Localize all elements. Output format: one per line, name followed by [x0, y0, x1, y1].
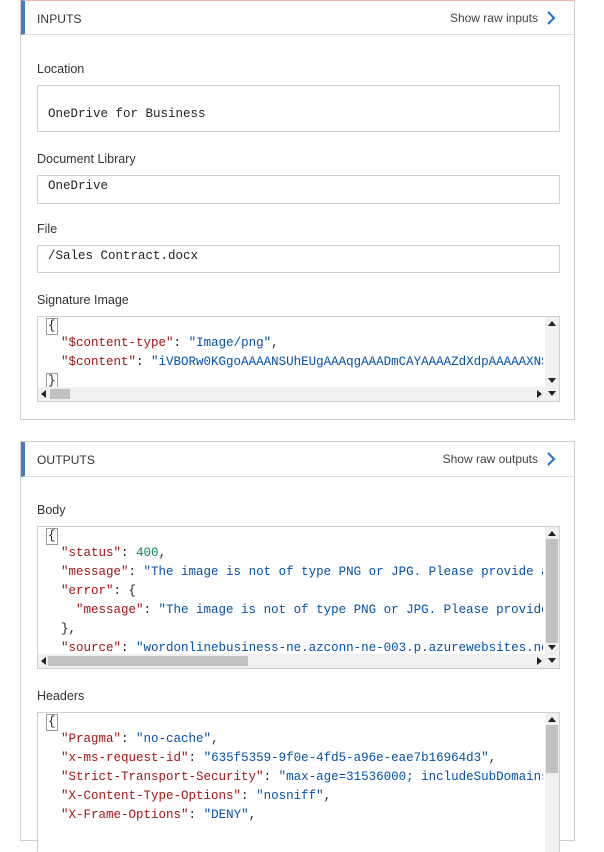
vertical-scrollbar[interactable]: [545, 713, 559, 852]
headers-editor[interactable]: { "Pragma": "no-cache", "x-ms-request-id…: [37, 712, 560, 852]
show-raw-inputs-link[interactable]: Show raw inputs: [450, 11, 556, 25]
outputs-card: OUTPUTS Show raw outputs Body { "status"…: [20, 441, 575, 852]
body-label: Body: [37, 503, 66, 517]
location-field[interactable]: OneDrive for Business: [37, 85, 560, 132]
show-raw-outputs-label: Show raw outputs: [442, 452, 538, 466]
document-library-field[interactable]: OneDrive: [37, 175, 560, 204]
vertical-scrollbar[interactable]: [545, 317, 559, 387]
location-value: OneDrive for Business: [48, 107, 206, 121]
chevron-right-icon: [547, 11, 556, 25]
signature-image-label: Signature Image: [37, 293, 129, 307]
file-value: /Sales Contract.docx: [48, 249, 199, 263]
scroll-right-arrow-icon[interactable]: [537, 390, 542, 398]
open-brace: {: [46, 528, 58, 545]
file-field[interactable]: /Sales Contract.docx: [37, 245, 560, 273]
scroll-left-arrow-icon[interactable]: [41, 390, 46, 398]
document-library-value: OneDrive: [48, 179, 109, 193]
code-line: "message": "The image is not of type PNG…: [76, 603, 543, 617]
close-brace: }: [46, 373, 58, 387]
scroll-right-arrow-icon[interactable]: [537, 657, 542, 665]
code-line: "error": {: [61, 584, 137, 598]
code-line: "X-Frame-Options": "DENY",: [61, 808, 257, 822]
inputs-title: INPUTS: [37, 12, 82, 26]
horizontal-scroll-thumb[interactable]: [50, 389, 70, 399]
location-label: Location: [37, 62, 85, 76]
scroll-down-arrow-icon[interactable]: [548, 378, 556, 383]
code-line: "$content-type": "Image/png",: [61, 336, 279, 350]
open-brace: {: [46, 714, 58, 731]
vertical-scroll-thumb[interactable]: [546, 725, 558, 773]
code-line: "Pragma": "no-cache",: [61, 732, 219, 746]
scroll-up-arrow-icon[interactable]: [548, 717, 556, 722]
horizontal-scrollbar[interactable]: [38, 654, 545, 668]
scroll-down-arrow-icon[interactable]: [548, 658, 556, 663]
code-line: },: [61, 622, 77, 636]
code-line: "x-ms-request-id": "635f5359-9f0e-4fd5-a…: [61, 751, 497, 765]
inputs-card: INPUTS Show raw inputs Location OneDrive…: [20, 0, 575, 420]
code-line: "source": "wordonlinebusiness-ne.azconn-…: [61, 641, 543, 654]
outputs-title: OUTPUTS: [37, 453, 96, 467]
horizontal-scroll-thumb[interactable]: [48, 656, 248, 666]
code-line: "status": 400,: [61, 546, 167, 560]
scroll-down-arrow-icon[interactable]: [548, 391, 556, 396]
scroll-left-arrow-icon[interactable]: [41, 657, 46, 665]
scrollbar-corner: [545, 654, 559, 668]
show-raw-inputs-label: Show raw inputs: [449, 11, 538, 25]
vertical-scroll-thumb[interactable]: [546, 539, 558, 643]
vertical-scrollbar[interactable]: [545, 527, 559, 654]
inputs-header: INPUTS Show raw inputs: [21, 0, 574, 35]
outputs-header: OUTPUTS Show raw outputs: [21, 442, 574, 477]
scroll-down-arrow-icon[interactable]: [548, 645, 556, 650]
scroll-up-arrow-icon[interactable]: [548, 531, 556, 536]
chevron-right-icon: [547, 452, 556, 466]
file-label: File: [37, 222, 58, 236]
open-brace: {: [46, 318, 58, 335]
scrollbar-corner: [545, 387, 559, 401]
code-line: "$content": "iVBORw0KGgoAAAANSUhEUgAAAqg…: [61, 355, 543, 369]
code-line: "Strict-Transport-Security": "max-age=31…: [61, 770, 543, 784]
document-library-label: Document Library: [37, 152, 136, 166]
code-line: "X-Content-Type-Options": "nosniff",: [61, 789, 332, 803]
horizontal-scrollbar[interactable]: [38, 387, 545, 401]
show-raw-outputs-link[interactable]: Show raw outputs: [443, 452, 556, 466]
code-line: "message": "The image is not of type PNG…: [61, 565, 543, 579]
scroll-up-arrow-icon[interactable]: [548, 321, 556, 326]
headers-label: Headers: [37, 689, 85, 703]
body-editor[interactable]: { "status": 400, "message": "The image i…: [37, 526, 560, 669]
signature-image-editor[interactable]: { "$content-type": "Image/png", "$conten…: [37, 316, 560, 402]
